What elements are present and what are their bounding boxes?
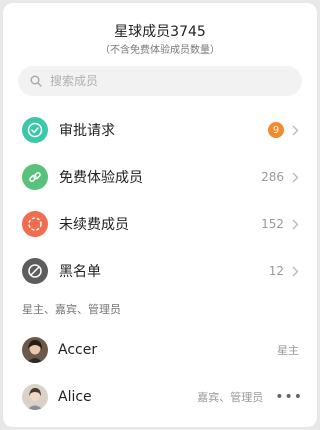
row-label: 未续费成员 bbox=[59, 217, 129, 233]
header: 星球成员3745 （不含免费体验成员数量） bbox=[3, 3, 317, 57]
approval-count-badge: 9 bbox=[268, 122, 284, 138]
blocked-icon bbox=[22, 258, 48, 284]
row-label: 免费体验成员 bbox=[59, 170, 143, 186]
member-role: 星主 bbox=[277, 344, 299, 357]
row-count: 286 bbox=[261, 170, 284, 184]
member-name: Accer bbox=[58, 342, 98, 358]
member-row-alice[interactable]: Alice 嘉宾、管理员 ••• bbox=[3, 375, 317, 419]
page-subtitle: （不含免费体验成员数量） bbox=[100, 45, 220, 56]
avatar bbox=[22, 384, 48, 410]
avatar bbox=[22, 337, 48, 363]
dashed-circle-icon bbox=[22, 211, 48, 237]
search-input[interactable] bbox=[50, 74, 270, 88]
page-title: 星球成员3745 bbox=[114, 24, 206, 40]
more-options-icon[interactable]: ••• bbox=[275, 389, 303, 405]
row-count: 12 bbox=[268, 264, 284, 278]
members-panel: 星球成员3745 （不含免费体验成员数量） 审批请求 9 bbox=[3, 3, 317, 427]
chevron-right-icon bbox=[292, 266, 299, 276]
member-name: Alice bbox=[58, 389, 92, 405]
chevron-right-icon bbox=[292, 172, 299, 182]
row-label: 黑名单 bbox=[59, 264, 101, 280]
check-circle-icon bbox=[22, 117, 48, 143]
row-label: 审批请求 bbox=[59, 123, 115, 139]
row-approval-requests[interactable]: 审批请求 9 bbox=[3, 107, 317, 153]
section-title-admins: 星主、嘉宾、管理员 bbox=[22, 303, 121, 316]
member-role: 嘉宾、管理员 bbox=[197, 391, 264, 404]
link-icon bbox=[22, 164, 48, 190]
row-count: 152 bbox=[261, 217, 284, 231]
member-row-accer[interactable]: Accer 星主 bbox=[3, 328, 317, 372]
row-unrenewed-members[interactable]: 未续费成员 152 bbox=[3, 201, 317, 247]
row-free-trial-members[interactable]: 免费体验成员 286 bbox=[3, 154, 317, 200]
search-bar[interactable] bbox=[18, 66, 302, 96]
chevron-right-icon bbox=[292, 125, 299, 135]
row-blacklist[interactable]: 黑名单 12 bbox=[3, 248, 317, 294]
chevron-right-icon bbox=[292, 219, 299, 229]
search-icon bbox=[30, 75, 42, 87]
